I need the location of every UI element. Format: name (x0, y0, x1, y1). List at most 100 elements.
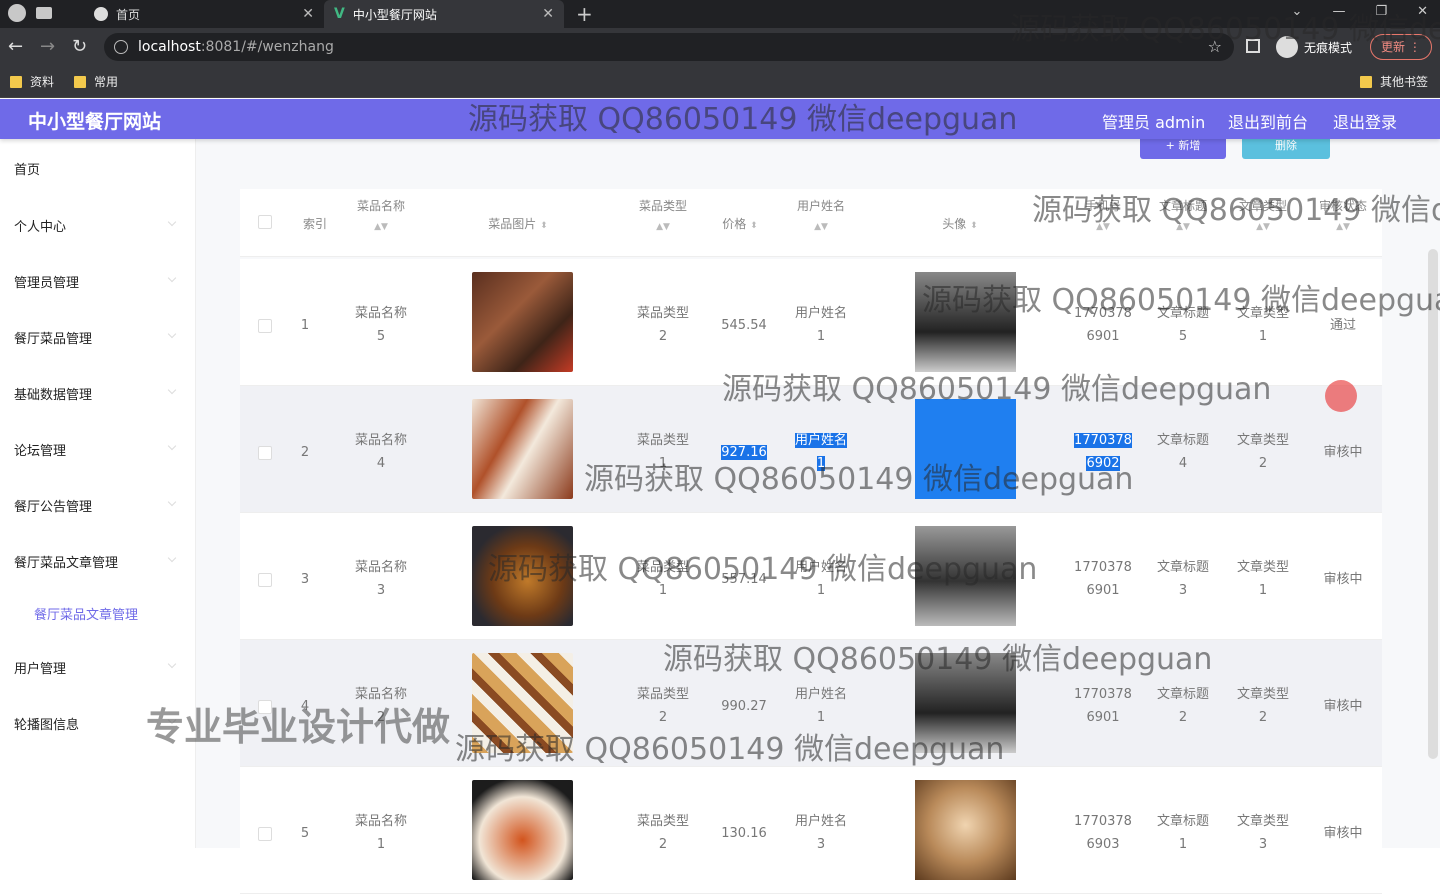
user-avatar[interactable] (915, 272, 1016, 372)
cell-index: 4 (300, 699, 310, 714)
sort-icon[interactable]: ▲▼ (340, 222, 422, 232)
sidebar-item-carousel[interactable]: 轮播图信息 (14, 714, 79, 733)
cell-line: 3 (1258, 837, 1268, 852)
scrollbar[interactable] (1428, 249, 1438, 759)
dish-image[interactable] (472, 399, 573, 499)
table-row[interactable]: 4 菜品名称 2 菜品类型 2 990.27 用户姓名 1 1770378 6901 文… (240, 640, 1382, 767)
dish-image[interactable] (472, 272, 573, 372)
sort-icon[interactable]: ▲▼ (1144, 222, 1222, 232)
chevron-down-icon (167, 273, 177, 283)
sidebar-subitem-articles[interactable]: 餐厅菜品文章管理 (34, 604, 138, 623)
th-article-type[interactable]: 文章类型 ▲▼ (1224, 197, 1302, 232)
dish-image[interactable] (472, 780, 573, 880)
sidebar-item-dishes[interactable]: 餐厅菜品管理 (14, 328, 92, 347)
update-button[interactable]: 更新 ⋮ (1370, 34, 1432, 60)
tab-search-icon[interactable] (36, 7, 52, 19)
sidebar-item-forum[interactable]: 论坛管理 (14, 440, 66, 459)
table-header: 索引 菜品名称 ▲▼ 菜品图片 ⬍ 菜品类型 ▲▼ 价格 ⬍ 用户姓名 ▲▼ 头像 ⬍… (240, 189, 1382, 257)
cell-index: 2 (300, 445, 310, 460)
row-checkbox[interactable] (258, 827, 272, 841)
minimize-icon[interactable]: — (1332, 4, 1345, 19)
back-to-front-link[interactable]: 退出到前台 (1228, 109, 1308, 133)
row-checkbox[interactable] (258, 319, 272, 333)
sort-icon[interactable]: ▲▼ (622, 222, 704, 232)
sort-icon[interactable]: ⬍ (540, 221, 548, 231)
table-row[interactable]: 1 菜品名称 5 菜品类型 2 545.54 用户姓名 1 1770378 6901 文… (240, 259, 1382, 386)
cell-line: 2 (1258, 456, 1268, 471)
th-index: 索引 (302, 217, 327, 231)
sort-icon[interactable]: ▲▼ (1304, 222, 1382, 232)
row-checkbox[interactable] (258, 446, 272, 460)
sort-icon[interactable]: ▲▼ (780, 222, 862, 232)
browser-menu-icon[interactable] (8, 4, 26, 22)
cell-price: 130.16 (721, 826, 767, 841)
table-row[interactable]: 3 菜品名称 3 菜品类型 1 557.14 用户姓名 1 1770378 6901 文… (240, 513, 1382, 640)
star-icon[interactable]: ☆ (1208, 33, 1222, 61)
cell-dish-name: 菜品名称 2 (340, 683, 422, 729)
cell-article-title: 文章标题 2 (1144, 683, 1222, 729)
th-price[interactable]: 价格 ⬍ (704, 215, 776, 232)
sidebar-item-home[interactable]: 首页 (14, 159, 40, 178)
restore-icon[interactable]: ❐ (1375, 4, 1387, 19)
user-avatar[interactable] (915, 780, 1016, 880)
sort-icon[interactable]: ▲▼ (1224, 222, 1302, 232)
bookmark-folder[interactable]: 常用 (74, 73, 118, 90)
delete-button[interactable]: 删除 (1242, 139, 1330, 159)
close-icon[interactable]: ✕ (302, 6, 314, 22)
bookmark-folder[interactable]: 资料 (10, 73, 54, 90)
table-row[interactable]: 2 菜品名称 4 菜品类型 1 927.16 用户姓名 1 1770378 6902 文… (240, 386, 1382, 513)
th-article-title[interactable]: 文章标题 ▲▼ (1144, 197, 1222, 232)
tab-active[interactable]: V 中小型餐厅网站 ✕ (324, 0, 564, 28)
close-window-icon[interactable]: ✕ (1417, 4, 1428, 19)
sidebar-item-profile[interactable]: 个人中心 (14, 216, 66, 235)
info-icon[interactable] (114, 40, 128, 54)
reload-icon[interactable]: ↻ (72, 36, 87, 57)
th-status[interactable]: 审核状态 ▲▼ (1304, 197, 1382, 232)
url-field[interactable]: localhost:8081/#/wenzhang ☆ (104, 33, 1234, 61)
sidebar-item-notices[interactable]: 餐厅公告管理 (14, 496, 92, 515)
new-tab-icon[interactable]: + (576, 2, 593, 26)
sidebar-item-users[interactable]: 用户管理 (14, 658, 66, 677)
dish-image[interactable] (472, 526, 573, 626)
dish-image[interactable] (472, 653, 573, 753)
th-phone[interactable]: 手机号 ▲▼ (1062, 197, 1144, 232)
cell-line: 文章标题 (1156, 687, 1209, 702)
admin-label: 管理员 admin (1102, 113, 1206, 132)
logout-link[interactable]: 退出登录 (1333, 109, 1397, 133)
sort-icon[interactable]: ⬍ (750, 221, 758, 231)
user-avatar[interactable] (915, 399, 1016, 499)
close-icon[interactable]: ✕ (542, 6, 554, 22)
cell-article-title: 文章标题 3 (1144, 556, 1222, 602)
table-row[interactable]: 5 菜品名称 1 菜品类型 2 130.16 用户姓名 3 1770378 6903 文… (240, 767, 1382, 894)
cell-line: 用户姓名 (794, 814, 847, 829)
user-avatar[interactable] (915, 653, 1016, 753)
add-button[interactable]: + 新增 (1140, 139, 1226, 159)
other-bookmarks[interactable]: 其他书签 (1360, 73, 1428, 90)
back-icon[interactable]: ← (8, 36, 23, 57)
tab-home[interactable]: 首页 ✕ (84, 0, 324, 28)
cell-dish-name: 菜品名称 1 (340, 810, 422, 856)
user-avatar[interactable] (915, 526, 1016, 626)
sort-icon[interactable]: ⬍ (970, 221, 978, 231)
chevron-down-icon[interactable]: ⌄ (1292, 4, 1303, 19)
select-all-checkbox[interactable] (258, 215, 272, 229)
site-title: 中小型餐厅网站 (28, 111, 162, 133)
sidebar-item-articles[interactable]: 餐厅菜品文章管理 (14, 552, 118, 571)
th-user-name[interactable]: 用户姓名 ▲▼ (780, 197, 862, 232)
sort-icon[interactable]: ▲▼ (1062, 222, 1144, 232)
forward-icon[interactable]: → (40, 36, 55, 57)
th-dish-name[interactable]: 菜品名称 ▲▼ (340, 197, 422, 232)
sidebar-item-basic-data[interactable]: 基础数据管理 (14, 384, 92, 403)
th-dish-image[interactable]: 菜品图片 ⬍ (468, 215, 568, 232)
folder-icon (1360, 75, 1372, 88)
cell-line: 菜品类型 (636, 433, 689, 448)
side-panel-icon[interactable] (1246, 39, 1260, 53)
cell-line: 3 (376, 583, 386, 598)
row-checkbox[interactable] (258, 573, 272, 587)
th-avatar[interactable]: 头像 ⬍ (910, 215, 1010, 232)
selected-text: 6902 (1086, 456, 1120, 471)
th-dish-type[interactable]: 菜品类型 ▲▼ (622, 197, 704, 232)
row-checkbox[interactable] (258, 700, 272, 714)
incognito-indicator[interactable]: 无痕模式 (1276, 36, 1352, 58)
sidebar-item-admins[interactable]: 管理员管理 (14, 272, 79, 291)
